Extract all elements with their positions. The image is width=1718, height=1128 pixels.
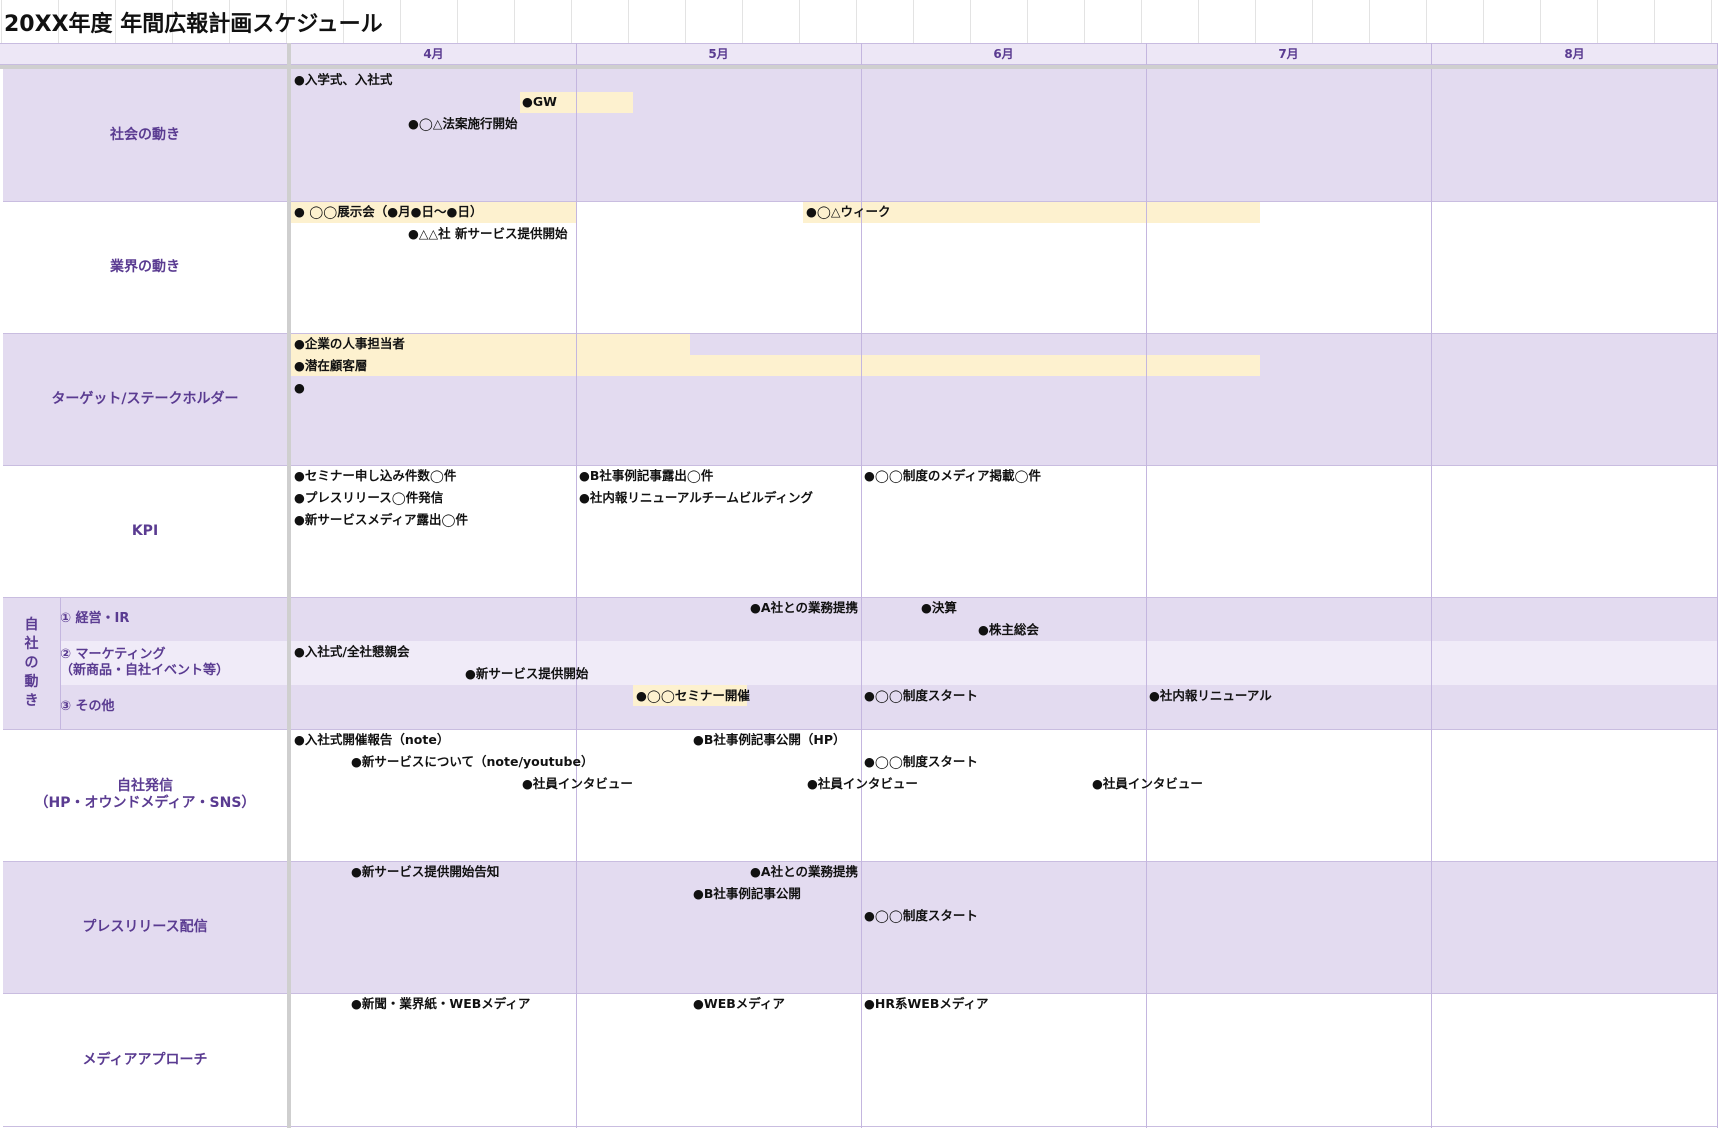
event-item: ●WEBメディア: [693, 996, 785, 1011]
subcategory-ir: ① 経営・IR: [60, 611, 130, 626]
subcategory-other: ③ その他: [60, 699, 115, 714]
event-item: ●△△社 新サービス提供開始: [408, 226, 568, 241]
event-item: ●株主総会: [978, 622, 1039, 637]
event-item: ●◯◯セミナー開催: [636, 688, 750, 703]
event-item: ●B社事例記事公開（HP）: [693, 732, 846, 747]
month-header-may: 5月: [708, 47, 729, 61]
month-header-jun: 6月: [993, 47, 1014, 61]
category-kpi: KPI: [131, 522, 159, 539]
event-item: ●セミナー申し込み件数◯件: [294, 468, 457, 483]
category-industry: 業界の動き: [110, 258, 180, 275]
month-header-aug: 8月: [1564, 47, 1585, 61]
event-item: ●GW: [522, 94, 557, 109]
event-item: ●A社との業務提携: [750, 600, 858, 615]
event-item: ●社員インタビュー: [522, 776, 633, 791]
event-item: ●◯◯制度スタート: [864, 908, 978, 923]
highlight-bar: [291, 355, 1260, 376]
category-press: プレスリリース配信: [82, 918, 208, 935]
event-item: ●社内報リニューアル: [1149, 688, 1272, 703]
category-owned-media: 自社発信 （HP・オウンドメディア・SNS）: [34, 778, 256, 811]
event-item: ●新サービスメディア露出◯件: [294, 512, 469, 527]
page-title: 20XX年度 年間広報計画スケジュール: [4, 12, 383, 37]
event-item: ●新聞・業界紙・WEBメディア: [351, 996, 531, 1011]
event-item: ●A社との業務提携: [750, 864, 858, 879]
month-divider: [1431, 43, 1432, 1128]
event-item: ●潜在顧客層: [294, 358, 368, 373]
event-item: ●新サービスについて（note/youtube）: [351, 754, 594, 769]
event-item: ●決算: [921, 600, 957, 615]
event-item: ●社内報リニューアルチームビルディング: [579, 490, 814, 505]
subcategory-marketing: ② マーケティング （新商品・自社イベント等）: [60, 647, 230, 678]
category-target: ターゲット/ステークホルダー: [51, 390, 239, 407]
event-item: ●◯◯制度のメディア掲載◯件: [864, 468, 1042, 483]
event-item: ●社員インタビュー: [807, 776, 918, 791]
event-item: ●入学式、入社式: [294, 72, 393, 87]
event-item: ●入社式開催報告（note）: [294, 732, 450, 747]
event-item: ●: [294, 380, 305, 395]
month-header-apr: 4月: [423, 47, 444, 61]
event-item: ●◯◯制度スタート: [864, 754, 978, 769]
event-item: ●B社事例記事公開: [693, 886, 801, 901]
event-item: ●企業の人事担当者: [294, 336, 405, 351]
event-item: ●プレスリリース◯件発信: [294, 490, 444, 505]
month-header-jul: 7月: [1278, 47, 1299, 61]
event-item: ●◯△ウィーク: [806, 204, 891, 219]
event-item: ● ◯◯展示会（●月●日〜●日）: [294, 204, 483, 219]
frozen-column-shadow: [287, 43, 291, 1128]
event-item: ●新サービス提供開始: [465, 666, 589, 681]
event-item: ●◯◯制度スタート: [864, 688, 978, 703]
event-item: ●◯△法案施行開始: [408, 116, 518, 131]
month-divider: [576, 43, 577, 1128]
category-own: 自社の動き: [3, 597, 60, 729]
category-society: 社会の動き: [110, 126, 180, 143]
event-item: ●入社式/全社懇親会: [294, 644, 410, 659]
month-divider: [1146, 43, 1147, 1128]
event-item: ●社員インタビュー: [1092, 776, 1203, 791]
category-own-label: 自社の動き: [24, 616, 39, 709]
event-item: ●B社事例記事露出◯件: [579, 468, 714, 483]
category-media: メディアアプローチ: [82, 1052, 208, 1068]
event-item: ●新サービス提供開始告知: [351, 864, 500, 879]
event-item: ●HR系WEBメディア: [864, 996, 989, 1011]
